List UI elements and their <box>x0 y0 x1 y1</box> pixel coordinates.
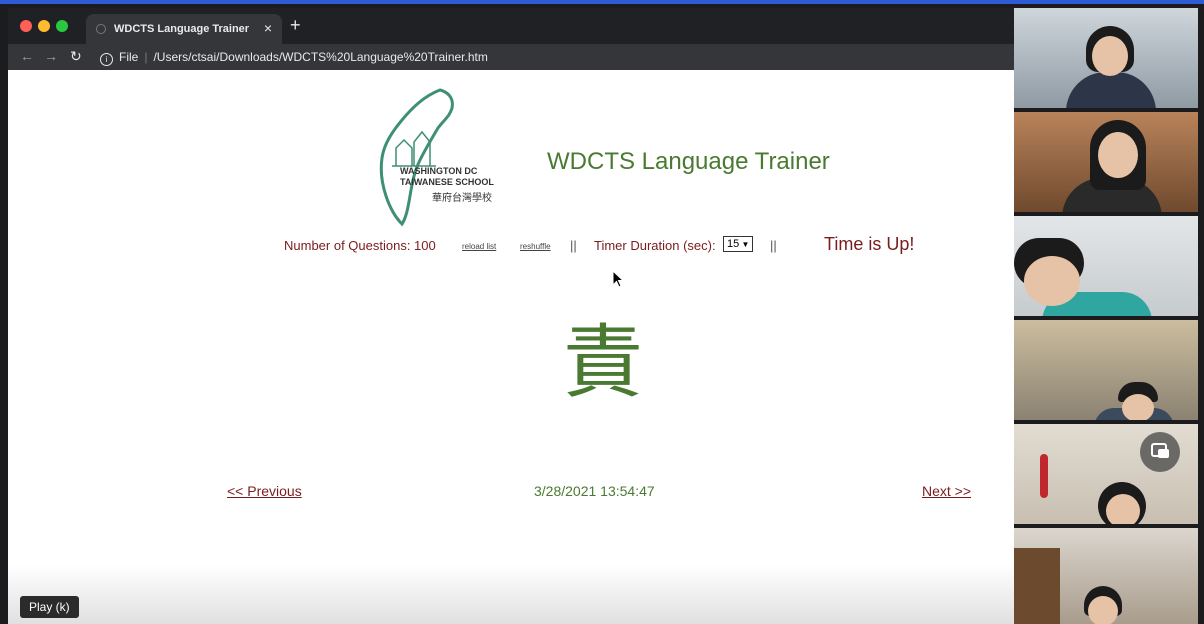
logo-text-line1: WASHINGTON DC <box>400 166 478 176</box>
questions-count: Number of Questions: 100 <box>284 238 436 253</box>
timer-duration-select[interactable]: 15 ▼ <box>723 236 753 252</box>
next-link[interactable]: Next >> <box>922 483 971 499</box>
reload-icon[interactable]: ↻ <box>70 48 82 65</box>
reshuffle-link[interactable]: reshuffle <box>520 242 551 251</box>
back-arrow-icon[interactable]: ← <box>20 48 34 64</box>
participant-video[interactable] <box>1014 112 1198 212</box>
wall-decoration <box>1040 454 1048 498</box>
close-window-button[interactable] <box>20 20 32 32</box>
taiwan-map-icon <box>379 88 454 227</box>
tab-title: WDCTS Language Trainer <box>114 23 250 35</box>
current-datetime: 3/28/2021 13:54:47 <box>534 483 655 499</box>
play-tooltip: Play (k) <box>20 596 79 618</box>
school-logo: WASHINGTON DC TAIWANESE SCHOOL 華府台灣學校 <box>370 86 510 228</box>
tab-bar: WDCTS Language Trainer × + <box>8 8 1014 44</box>
url-path: /Users/ctsai/Downloads/WDCTS%20Language%… <box>153 50 488 64</box>
new-tab-button[interactable]: + <box>290 15 301 36</box>
address-bar: ← → ↻ i File | /Users/ctsai/Downloads/WDCTS… <box>8 44 1014 70</box>
controls-row: Number of Questions: 100 reload list res… <box>8 234 1014 258</box>
previous-link[interactable]: << Previous <box>227 483 302 499</box>
bookshelf <box>1014 548 1060 624</box>
participant-body <box>1066 72 1156 108</box>
info-icon: i <box>100 53 113 66</box>
page-title: WDCTS Language Trainer <box>547 148 830 175</box>
separator: || <box>770 238 777 253</box>
reload-list-link[interactable]: reload list <box>462 242 496 251</box>
video-gallery <box>1014 8 1204 624</box>
maximize-window-button[interactable] <box>56 20 68 32</box>
forward-arrow-icon[interactable]: → <box>44 48 58 64</box>
url-scheme: File <box>119 50 139 64</box>
minimize-window-button[interactable] <box>38 20 50 32</box>
browser-window: WDCTS Language Trainer × + ← → ↻ i File | /… <box>8 8 1014 624</box>
logo-text-line2: TAIWANESE SCHOOL <box>400 177 494 187</box>
page-content: WASHINGTON DC TAIWANESE SCHOOL 華府台灣學校 WD… <box>8 70 1014 624</box>
participant-face <box>1106 494 1140 524</box>
pip-icon-inner <box>1158 449 1169 458</box>
participant-face <box>1024 256 1080 306</box>
participant-video[interactable] <box>1014 216 1198 316</box>
timer-label: Timer Duration (sec): <box>594 238 716 253</box>
participant-video[interactable] <box>1014 320 1198 420</box>
url-separator: | <box>144 50 148 64</box>
participant-face <box>1098 132 1138 178</box>
participant-face <box>1092 36 1128 76</box>
close-tab-icon[interactable]: × <box>264 20 272 36</box>
video-shade <box>8 564 1014 624</box>
chevron-down-icon: ▼ <box>739 240 750 249</box>
logo-text-line3: 華府台灣學校 <box>432 193 492 204</box>
picture-in-picture-button[interactable] <box>1140 432 1180 472</box>
participant-video[interactable] <box>1014 8 1198 108</box>
time-status: Time is Up! <box>824 234 915 254</box>
browser-tab[interactable]: WDCTS Language Trainer × <box>86 14 282 44</box>
mouse-cursor-icon <box>612 270 624 288</box>
screen-top-strip <box>0 0 1204 4</box>
separator: || <box>570 238 577 253</box>
participant-video[interactable] <box>1014 528 1198 624</box>
url-field[interactable]: i File | /Users/ctsai/Downloads/WDCTS%20Lan… <box>100 50 488 66</box>
participant-face <box>1088 596 1118 624</box>
timer-value: 15 <box>727 238 740 250</box>
globe-icon <box>96 24 106 34</box>
participant-face <box>1122 394 1154 420</box>
flashcard-character: 責 <box>563 316 643 409</box>
